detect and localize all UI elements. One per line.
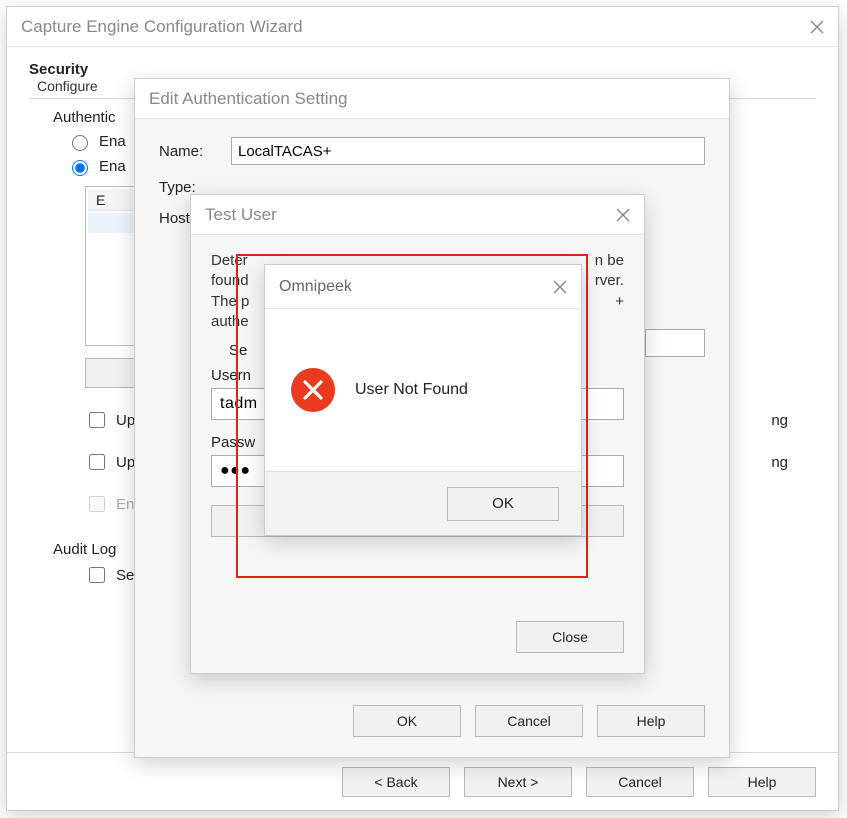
check-upd2-input[interactable] (89, 454, 105, 470)
msg-titlebar: Omnipeek (265, 265, 581, 309)
msg-close-icon[interactable] (553, 280, 567, 294)
security-subtitle: Configure (37, 78, 98, 94)
edit-titlebar: Edit Authentication Setting (135, 79, 729, 119)
error-icon (291, 368, 335, 412)
check-ser-input[interactable] (89, 567, 105, 583)
desc-l3b: + (615, 292, 624, 312)
edit-ok-button[interactable]: OK (353, 705, 461, 737)
msg-content: User Not Found OK (265, 309, 581, 535)
edit-help-button[interactable]: Help (597, 705, 705, 737)
radio-input-a[interactable] (72, 135, 88, 151)
edit-title: Edit Authentication Setting (149, 89, 347, 109)
test-close-button[interactable]: Close (516, 621, 624, 653)
small-field-1[interactable] (645, 329, 705, 357)
check-ena-input (89, 496, 105, 512)
name-label: Name: (159, 143, 219, 160)
desc-l2a: found (211, 272, 249, 289)
desc-l4: authe (211, 313, 249, 330)
back-button[interactable]: < Back (342, 767, 450, 797)
desc-l1a: Deter (211, 252, 248, 269)
check-upd1-tail: ng (771, 412, 788, 429)
desc-l2b: rver. (595, 271, 624, 291)
test-close-icon[interactable] (616, 208, 630, 222)
check-upd2-tail: ng (771, 454, 788, 471)
edit-button-row: OK Cancel Help (159, 705, 705, 737)
close-icon[interactable] (810, 20, 824, 34)
security-heading: Security (29, 61, 88, 78)
desc-l3a: The p (211, 293, 249, 310)
name-input[interactable] (231, 137, 705, 165)
msg-ok-button[interactable]: OK (447, 487, 559, 521)
cancel-button[interactable]: Cancel (586, 767, 694, 797)
check-upd1-input[interactable] (89, 412, 105, 428)
radio-label-a: Ena (99, 133, 126, 150)
edit-cancel-button[interactable]: Cancel (475, 705, 583, 737)
radio-label-b: Ena (99, 158, 126, 175)
wizard-titlebar: Capture Engine Configuration Wizard (7, 7, 838, 47)
msg-body: User Not Found (265, 309, 581, 471)
test-button-row: Close (211, 621, 624, 653)
msg-title: Omnipeek (279, 278, 352, 296)
next-button[interactable]: Next > (464, 767, 572, 797)
desc-l1b: n be (595, 251, 624, 271)
omnipeek-message-dialog: Omnipeek User Not Found OK (264, 264, 582, 536)
radio-input-b[interactable] (72, 160, 88, 176)
test-titlebar: Test User (191, 195, 644, 235)
test-title: Test User (205, 205, 277, 225)
listbox-header-text: E (96, 192, 105, 208)
name-row: Name: (159, 137, 705, 165)
wizard-title: Capture Engine Configuration Wizard (21, 17, 303, 37)
msg-text: User Not Found (355, 381, 468, 399)
wizard-footer: < Back Next > Cancel Help (7, 752, 838, 810)
help-button[interactable]: Help (708, 767, 816, 797)
msg-footer: OK (265, 471, 581, 535)
